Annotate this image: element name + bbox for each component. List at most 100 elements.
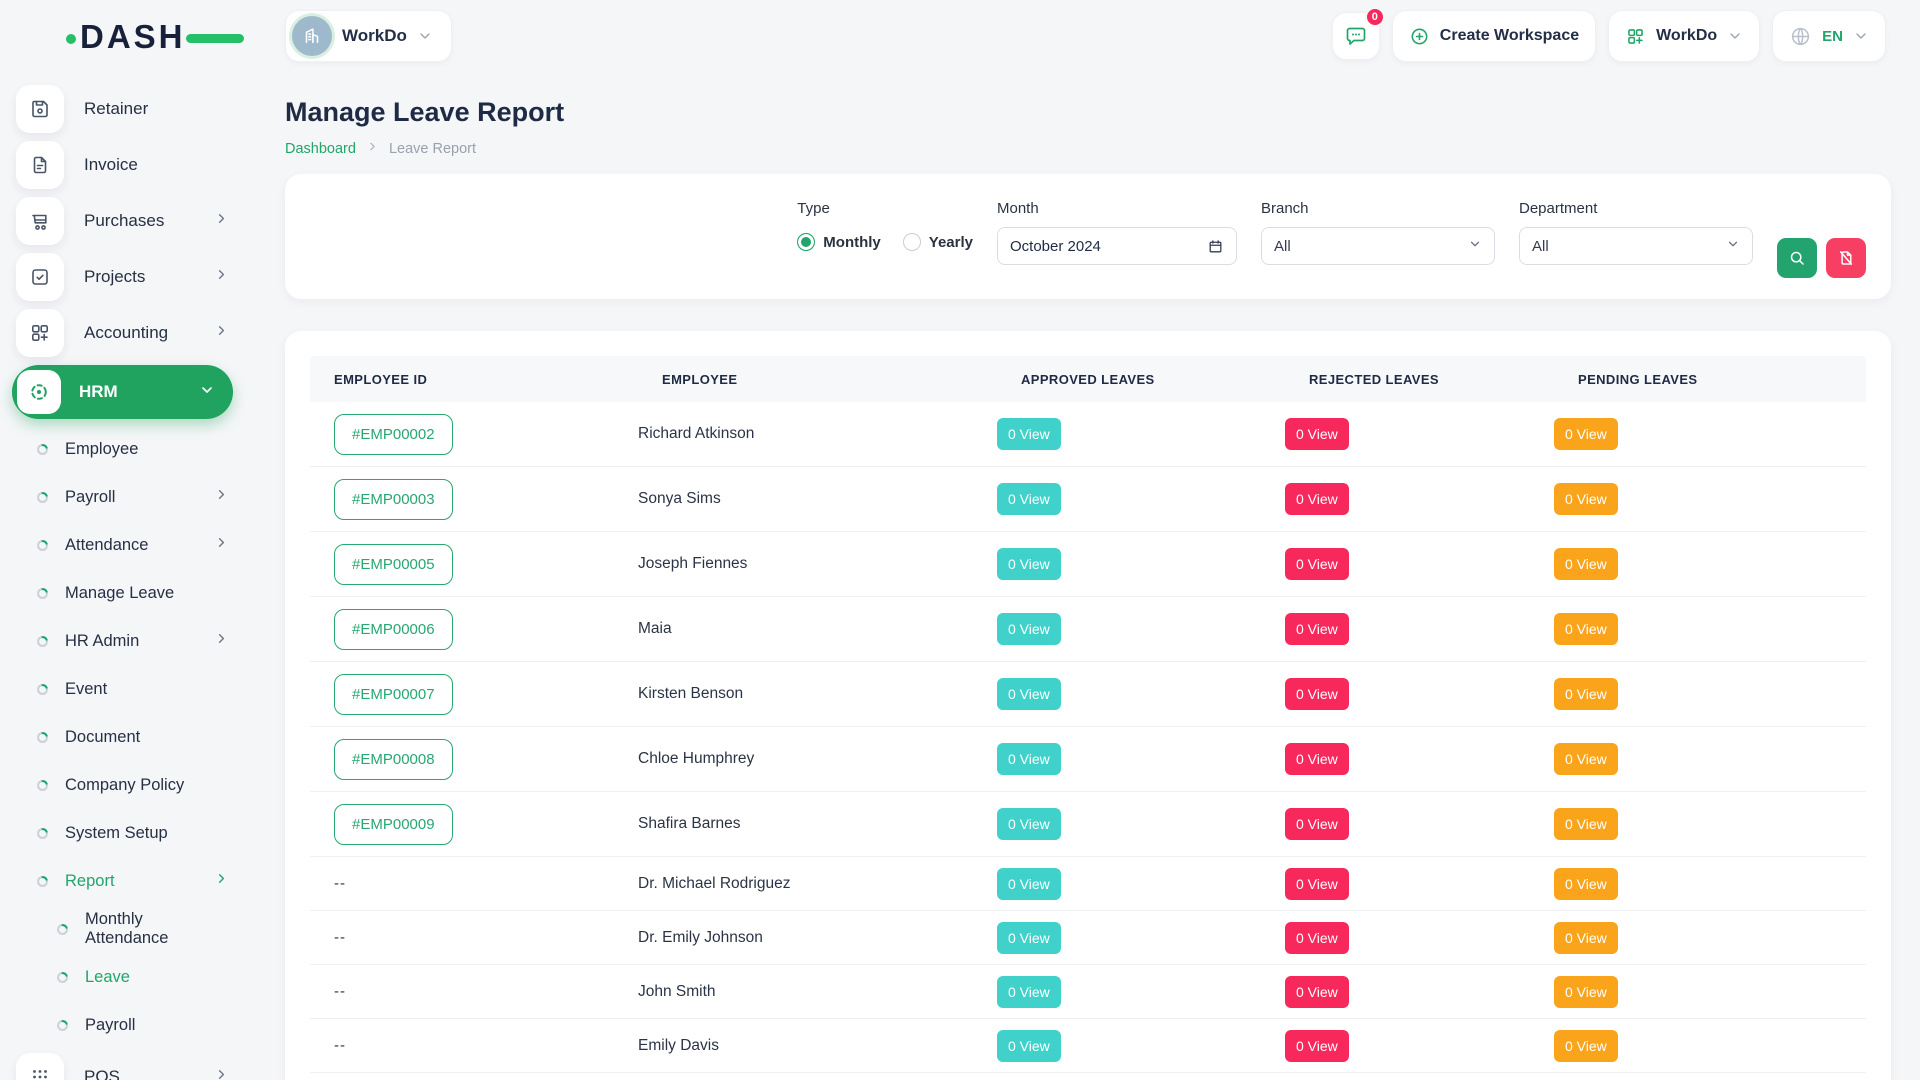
employee-name: John Smith	[638, 983, 716, 1001]
workspace-selector[interactable]: WorkDo	[285, 10, 452, 62]
table-row: #EMP00008 Chloe Humphrey 0 View 0 View 0…	[310, 727, 1866, 792]
sidebar-item-leave-active[interactable]: Leave	[0, 953, 245, 1001]
breadcrumb-dashboard-link[interactable]: Dashboard	[285, 141, 356, 157]
create-workspace-button[interactable]: Create Workspace	[1392, 10, 1596, 62]
rejected-view-badge[interactable]: 0 View	[1285, 922, 1349, 954]
approved-view-badge[interactable]: 0 View	[997, 548, 1061, 580]
sidebar-item-monthly-attendance[interactable]: Monthly Attendance	[0, 905, 245, 953]
rejected-view-badge[interactable]: 0 View	[1285, 418, 1349, 450]
pending-view-badge[interactable]: 0 View	[1554, 922, 1618, 954]
sidebar-item-system-setup[interactable]: System Setup	[0, 809, 245, 857]
search-button[interactable]	[1777, 238, 1817, 278]
approved-view-badge[interactable]: 0 View	[997, 613, 1061, 645]
employee-id-badge[interactable]: #EMP00003	[334, 479, 453, 520]
employee-id-badge[interactable]: #EMP00008	[334, 739, 453, 780]
approved-view-badge[interactable]: 0 View	[997, 678, 1061, 710]
table-row: #EMP00005 Joseph Fiennes 0 View 0 View 0…	[310, 532, 1866, 597]
sidebar-item-report-active[interactable]: Report	[0, 857, 245, 905]
pending-view-badge[interactable]: 0 View	[1554, 868, 1618, 900]
approved-view-badge[interactable]: 0 View	[997, 1030, 1061, 1062]
approved-view-badge[interactable]: 0 View	[997, 868, 1061, 900]
approved-view-badge[interactable]: 0 View	[997, 808, 1061, 840]
rejected-view-badge[interactable]: 0 View	[1285, 678, 1349, 710]
sidebar-item-pos[interactable]: POS	[0, 1049, 245, 1080]
employee-name: Dr. Emily Johnson	[638, 929, 763, 947]
export-button[interactable]	[1826, 238, 1866, 278]
sidebar-item-manage-leave[interactable]: Manage Leave	[0, 569, 245, 617]
month-input[interactable]: October 2024	[997, 227, 1237, 265]
radio-monthly[interactable]: Monthly	[797, 233, 881, 251]
sidebar-item-payroll[interactable]: Payroll	[0, 473, 245, 521]
approved-view-badge[interactable]: 0 View	[997, 418, 1061, 450]
rejected-view-badge[interactable]: 0 View	[1285, 548, 1349, 580]
rejected-view-badge[interactable]: 0 View	[1285, 868, 1349, 900]
chevron-right-icon	[214, 535, 229, 555]
language-selector[interactable]: EN	[1772, 10, 1886, 62]
main-content: Manage Leave Report Dashboard Leave Repo…	[285, 71, 1891, 1080]
sidebar-item-report-payroll[interactable]: Payroll	[0, 1001, 245, 1049]
rejected-view-badge[interactable]: 0 View	[1285, 743, 1349, 775]
chevron-right-icon	[214, 631, 229, 651]
sidebar-item-label: Projects	[84, 267, 145, 287]
pending-view-badge[interactable]: 0 View	[1554, 418, 1618, 450]
table-row: -- Dr. Emily Johnson 0 View 0 View 0 Vie…	[310, 911, 1866, 965]
rejected-view-badge[interactable]: 0 View	[1285, 483, 1349, 515]
branch-select[interactable]: All	[1261, 227, 1495, 265]
approved-view-badge[interactable]: 0 View	[997, 483, 1061, 515]
sidebar-item-attendance[interactable]: Attendance	[0, 521, 245, 569]
sidebar-item-hr-admin[interactable]: HR Admin	[0, 617, 245, 665]
department-select[interactable]: All	[1519, 227, 1753, 265]
pending-view-badge[interactable]: 0 View	[1554, 808, 1618, 840]
radio-yearly-label: Yearly	[929, 234, 973, 251]
bullet-icon	[36, 779, 49, 792]
sidebar-item-label: HR Admin	[65, 632, 139, 651]
radio-unchecked-icon	[903, 233, 921, 251]
table-row: #EMP00006 Maia 0 View 0 View 0 View	[310, 597, 1866, 662]
header-actions: 0 Create Workspace WorkDo	[1332, 10, 1886, 62]
radio-yearly[interactable]: Yearly	[903, 233, 973, 251]
sidebar-item-hrm-active[interactable]: HRM	[12, 365, 233, 419]
pending-view-badge[interactable]: 0 View	[1554, 1030, 1618, 1062]
approved-view-badge[interactable]: 0 View	[997, 922, 1061, 954]
pending-view-badge[interactable]: 0 View	[1554, 483, 1618, 515]
employee-name: Chloe Humphrey	[638, 750, 754, 768]
sidebar-item-projects[interactable]: Projects	[0, 249, 245, 305]
pending-view-badge[interactable]: 0 View	[1554, 613, 1618, 645]
pending-view-badge[interactable]: 0 View	[1554, 743, 1618, 775]
approved-view-badge[interactable]: 0 View	[997, 976, 1061, 1008]
employee-id-empty: --	[334, 929, 346, 946]
chevron-right-icon	[214, 267, 229, 287]
pending-view-badge[interactable]: 0 View	[1554, 548, 1618, 580]
department-filter-group: Department All	[1519, 200, 1753, 299]
sidebar-item-accounting[interactable]: Accounting	[0, 305, 245, 361]
employee-id-badge[interactable]: #EMP00009	[334, 804, 453, 845]
sidebar-item-invoice[interactable]: Invoice	[0, 137, 245, 193]
sidebar-item-document[interactable]: Document	[0, 713, 245, 761]
rejected-view-badge[interactable]: 0 View	[1285, 1030, 1349, 1062]
pending-view-badge[interactable]: 0 View	[1554, 678, 1618, 710]
breadcrumb-current: Leave Report	[389, 141, 476, 157]
employee-id-badge[interactable]: #EMP00007	[334, 674, 453, 715]
type-filter-group: Type Monthly Yearly	[797, 200, 973, 299]
bullet-icon	[36, 875, 49, 888]
rejected-view-badge[interactable]: 0 View	[1285, 808, 1349, 840]
department-label: Department	[1519, 200, 1753, 217]
sidebar-item-employee[interactable]: Employee	[0, 425, 245, 473]
sidebar-item-event[interactable]: Event	[0, 665, 245, 713]
sidebar-item-company-policy[interactable]: Company Policy	[0, 761, 245, 809]
rejected-view-badge[interactable]: 0 View	[1285, 613, 1349, 645]
employee-id-badge[interactable]: #EMP00006	[334, 609, 453, 650]
sidebar-item-retainer[interactable]: Retainer	[0, 81, 245, 137]
employee-id-badge[interactable]: #EMP00005	[334, 544, 453, 585]
approved-view-badge[interactable]: 0 View	[997, 743, 1061, 775]
app-logo[interactable]: DASH	[66, 16, 226, 58]
employee-id-badge[interactable]: #EMP00002	[334, 414, 453, 455]
sidebar-item-purchases[interactable]: Purchases	[0, 193, 245, 249]
rejected-view-badge[interactable]: 0 View	[1285, 976, 1349, 1008]
workdo-menu-button[interactable]: WorkDo	[1608, 10, 1760, 62]
employee-name: Richard Atkinson	[638, 425, 754, 443]
pending-view-badge[interactable]: 0 View	[1554, 976, 1618, 1008]
create-workspace-label: Create Workspace	[1440, 27, 1579, 45]
workdo-menu-label: WorkDo	[1656, 27, 1717, 45]
messages-button[interactable]: 0	[1332, 12, 1380, 60]
